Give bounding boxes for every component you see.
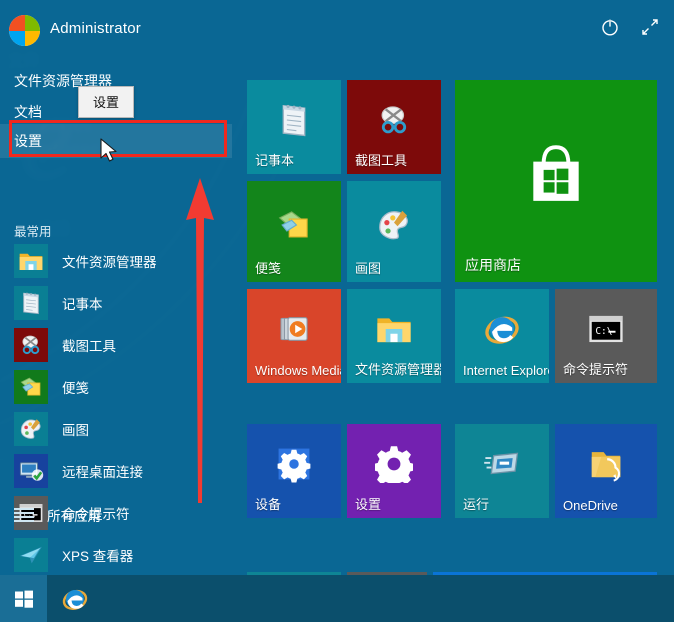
tile-label: 运行 — [463, 494, 489, 513]
tile-label: 画图 — [355, 258, 381, 277]
snipping-tool-icon — [14, 328, 48, 362]
windows-start-icon[interactable] — [0, 575, 47, 622]
tile-label: 命令提示符 — [563, 359, 628, 378]
tile-area: 记事本 截图工具 应用商店 — [247, 80, 657, 575]
power-icon[interactable] — [595, 12, 625, 42]
app-list-item[interactable]: 文件资源管理器 — [0, 240, 232, 282]
tile-notepad[interactable]: 记事本 — [247, 80, 341, 174]
quick-link-label: 文档 — [14, 102, 42, 122]
windows-media-icon — [247, 289, 341, 369]
tile-folder-explorer[interactable]: 文件资源管理器 — [347, 289, 441, 383]
notepad-icon — [14, 286, 48, 320]
app-list-item[interactable]: 便笺 — [0, 366, 232, 408]
tile-internet-explorer[interactable]: Internet Explore — [455, 289, 549, 383]
app-list-item[interactable]: 记事本 — [0, 282, 232, 324]
windows-store-icon — [455, 80, 657, 268]
app-list-item[interactable]: 画图 — [0, 408, 232, 450]
tile-windows-media[interactable]: Windows Media — [247, 289, 341, 383]
tile-paint-palette[interactable]: 画图 — [347, 181, 441, 282]
tile-label: 记事本 — [255, 150, 294, 169]
tile-sticky-notes[interactable]: 便笺 — [247, 181, 341, 282]
tile-label: 便笺 — [255, 258, 281, 277]
hamburger-list-icon — [14, 508, 34, 522]
onedrive-folder-icon — [555, 424, 657, 504]
settings-gear-icon — [347, 424, 441, 504]
command-prompt-icon: C:\ — [555, 289, 657, 369]
avatar[interactable] — [9, 15, 40, 46]
app-list-item[interactable]: XPS 查看器 — [0, 534, 232, 576]
tile-device-gear[interactable]: 设备 — [247, 424, 341, 518]
tile-onedrive-folder[interactable]: OneDrive — [555, 424, 657, 518]
app-list-item-label: 文件资源管理器 — [62, 251, 157, 271]
app-list-item-label: 画图 — [62, 419, 89, 439]
most-used-app-list: 文件资源管理器 记事本 截图工具 — [0, 240, 232, 618]
tile-label: Internet Explore — [463, 363, 549, 378]
app-list-item-label: 记事本 — [62, 293, 103, 313]
app-list-item[interactable]: 远程桌面连接 — [0, 450, 232, 492]
tile-windows-store[interactable]: 应用商店 — [455, 80, 657, 282]
sticky-notes-icon — [14, 370, 48, 404]
tile-label: 文件资源管理器 — [355, 359, 441, 378]
tile-label: 应用商店 — [465, 255, 521, 275]
taskbar-item-internet-explorer[interactable] — [52, 575, 98, 622]
app-list-item-label: XPS 查看器 — [62, 545, 133, 565]
app-list-item[interactable]: 截图工具 — [0, 324, 232, 366]
quick-link-settings[interactable]: 设置 — [0, 124, 232, 158]
run-dialog-icon — [455, 424, 549, 504]
expand-diagonal-icon[interactable] — [635, 12, 665, 42]
tile-label: Windows Media — [255, 363, 341, 378]
tile-command-prompt[interactable]: C:\ 命令提示符 — [555, 289, 657, 383]
all-apps-button[interactable]: 所有应用 — [0, 500, 232, 530]
quick-link-label: 设置 — [14, 131, 42, 151]
user-name: Administrator — [50, 20, 141, 37]
tile-label: 设置 — [355, 494, 381, 513]
tile-settings-gear[interactable]: 设置 — [347, 424, 441, 518]
paint-palette-icon — [14, 412, 48, 446]
section-label-most-used: 最常用 — [14, 221, 52, 240]
tile-snipping-tool[interactable]: 截图工具 — [347, 80, 441, 174]
xps-viewer-icon — [14, 538, 48, 572]
notepad-icon — [247, 80, 341, 160]
app-list-item-label: 便笺 — [62, 377, 89, 397]
start-menu-header: Administrator — [0, 0, 674, 58]
paint-palette-icon — [347, 181, 441, 268]
internet-explorer-icon — [455, 289, 549, 369]
tile-label: 截图工具 — [355, 150, 407, 169]
all-apps-label: 所有应用 — [47, 505, 101, 525]
tile-label: 设备 — [255, 494, 281, 513]
sticky-notes-icon — [247, 181, 341, 268]
start-menu: Administrator 文件资源管理器 文档 设置 最常用 — [0, 0, 674, 575]
folder-explorer-icon — [14, 244, 48, 278]
tile-label: OneDrive — [563, 498, 618, 513]
snipping-tool-icon — [347, 80, 441, 160]
device-gear-icon — [247, 424, 341, 504]
taskbar — [0, 575, 674, 622]
start-menu-left-column: 文件资源管理器 文档 设置 最常用 文件资源管理器 — [0, 58, 232, 538]
app-list-item-label: 远程桌面连接 — [62, 461, 143, 481]
folder-explorer-icon — [347, 289, 441, 369]
remote-desktop-icon — [14, 454, 48, 488]
app-list-item-label: 截图工具 — [62, 335, 116, 355]
tile-run-dialog[interactable]: 运行 — [455, 424, 549, 518]
tooltip-settings: 设置 — [78, 86, 134, 118]
